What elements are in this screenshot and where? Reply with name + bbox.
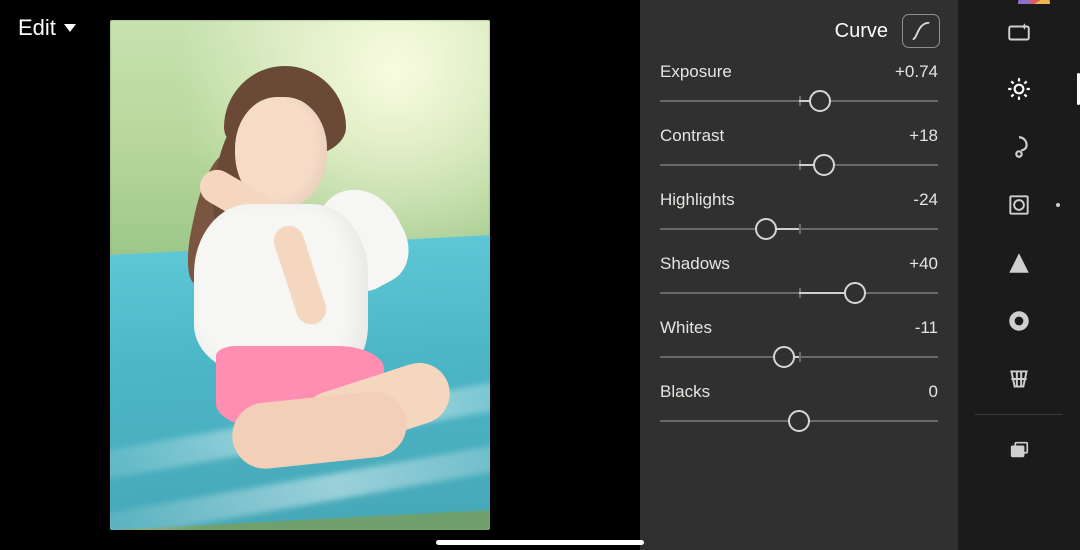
presets-icon[interactable] <box>1018 0 1050 4</box>
tool-separator <box>975 414 1063 415</box>
slider-track[interactable] <box>660 154 938 176</box>
slider-thumb[interactable] <box>844 282 866 304</box>
slider-value: 0 <box>929 382 938 402</box>
tool-auto[interactable] <box>958 6 1080 60</box>
slider-value: +40 <box>909 254 938 274</box>
slider-value: -11 <box>915 318 938 338</box>
slider-label: Highlights <box>660 190 735 210</box>
chevron-down-icon <box>64 24 76 32</box>
slider-track[interactable] <box>660 410 938 432</box>
slider-label: Shadows <box>660 254 730 274</box>
slider-header: Blacks 0 <box>660 382 938 402</box>
app-root: Edit ! <box>0 0 1080 550</box>
optics-icon <box>1006 308 1032 334</box>
tool-detail[interactable] <box>958 234 1080 292</box>
slider-whites: Whites -11 <box>660 318 938 368</box>
slider-thumb[interactable] <box>813 154 835 176</box>
slider-exposure: Exposure +0.74 <box>660 62 938 112</box>
detail-icon <box>1006 250 1032 276</box>
mode-label: Edit <box>18 15 56 41</box>
home-indicator <box>436 540 644 545</box>
tool-versions[interactable] <box>958 421 1080 479</box>
curve-button[interactable] <box>902 14 940 48</box>
slider-label: Whites <box>660 318 712 338</box>
slider-header: Shadows +40 <box>660 254 938 274</box>
slider-label: Blacks <box>660 382 710 402</box>
slider-track[interactable] <box>660 218 938 240</box>
slider-label: Exposure <box>660 62 732 82</box>
slider-thumb[interactable] <box>809 90 831 112</box>
slider-thumb[interactable] <box>773 346 795 368</box>
auto-icon <box>1006 20 1032 46</box>
slider-track[interactable] <box>660 282 938 304</box>
slider-blacks: Blacks 0 <box>660 382 938 432</box>
light-icon <box>1006 76 1032 102</box>
tool-optics[interactable] <box>958 292 1080 350</box>
photo-canvas[interactable] <box>110 20 490 530</box>
slider-header: Highlights -24 <box>660 190 938 210</box>
slider-thumb[interactable] <box>755 218 777 240</box>
color-icon <box>1006 134 1032 160</box>
curve-label: Curve <box>835 20 888 43</box>
slider-track[interactable] <box>660 346 938 368</box>
slider-track[interactable] <box>660 90 938 112</box>
slider-header: Contrast +18 <box>660 126 938 146</box>
slider-value: -24 <box>913 190 938 210</box>
slider-contrast: Contrast +18 <box>660 126 938 176</box>
curve-icon <box>910 20 932 42</box>
slider-highlights: Highlights -24 <box>660 190 938 240</box>
geometry-icon <box>1006 366 1032 392</box>
slider-header: Whites -11 <box>660 318 938 338</box>
panel-header: Curve <box>640 0 958 50</box>
tool-strip <box>958 0 1080 550</box>
slider-header: Exposure +0.74 <box>660 62 938 82</box>
light-panel: Curve Exposure +0.74 Contrast +18 Highlights… <box>640 0 958 550</box>
slider-label: Contrast <box>660 126 724 146</box>
effects-edited-dot <box>1056 203 1060 207</box>
slider-list: Exposure +0.74 Contrast +18 Highlights -24 Sha… <box>640 50 958 432</box>
slider-value: +0.74 <box>895 62 938 82</box>
mode-dropdown[interactable]: Edit <box>18 15 76 41</box>
versions-icon <box>1008 439 1030 461</box>
tool-effects[interactable] <box>958 176 1080 234</box>
tool-geometry[interactable] <box>958 350 1080 408</box>
slider-shadows: Shadows +40 <box>660 254 938 304</box>
slider-thumb[interactable] <box>788 410 810 432</box>
tool-light[interactable] <box>958 60 1080 118</box>
tool-color[interactable] <box>958 118 1080 176</box>
effects-icon <box>1006 192 1032 218</box>
slider-value: +18 <box>909 126 938 146</box>
